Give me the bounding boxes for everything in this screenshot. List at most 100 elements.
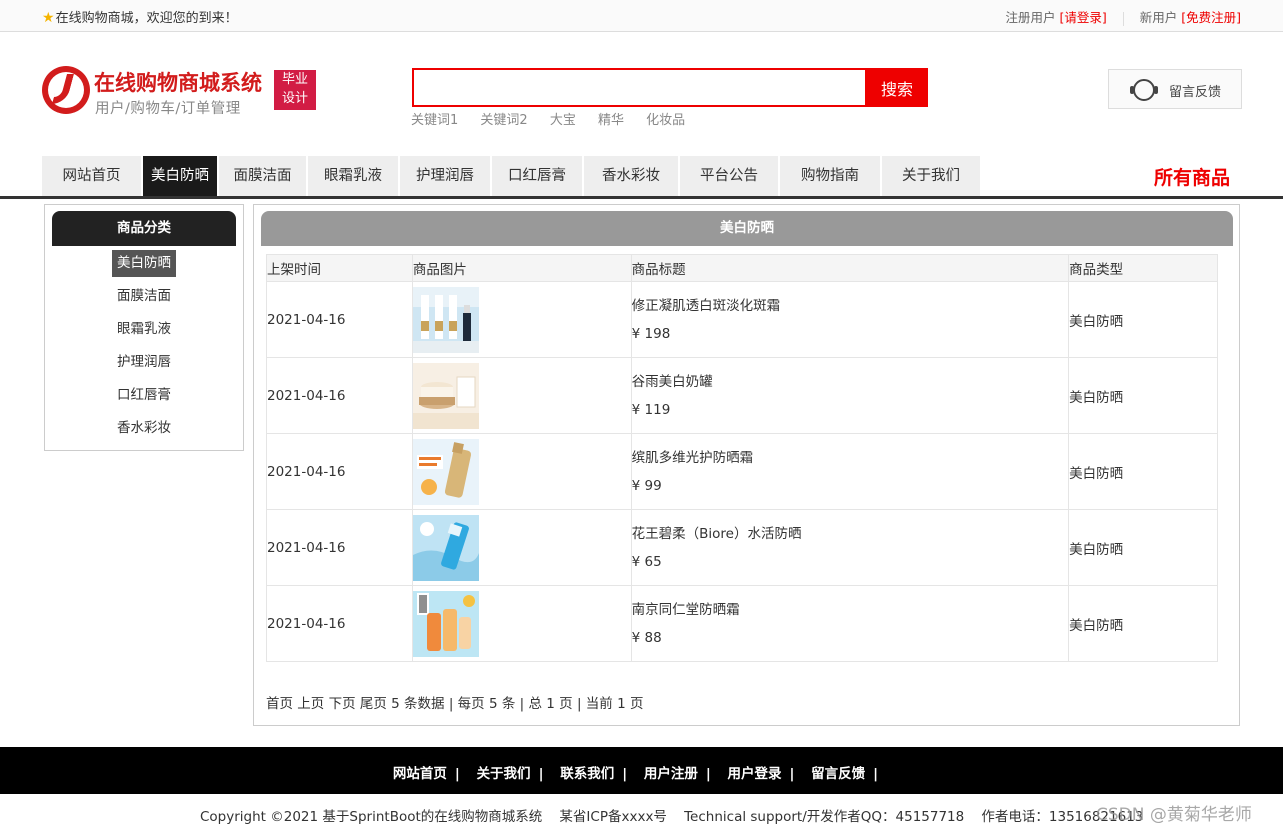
table-header-row: 上架时间 商品图片 商品标题 商品类型 xyxy=(266,254,1218,282)
signup-link[interactable]: [免费注册] xyxy=(1181,10,1241,25)
keyword-link[interactable]: 化妆品 xyxy=(646,113,685,128)
sidebar-item-perfume[interactable]: 香水彩妆 xyxy=(45,415,243,442)
nav-item-home[interactable]: 网站首页 xyxy=(42,156,143,196)
panel-title: 美白防晒 xyxy=(261,211,1233,246)
nav-item-perfume[interactable]: 香水彩妆 xyxy=(584,156,680,196)
keyword-link[interactable]: 关键词1 xyxy=(411,113,458,128)
product-title-link[interactable]: 修正凝肌透白斑淡化斑霜 xyxy=(632,294,1069,314)
sidebar-title: 商品分类 xyxy=(52,211,236,246)
watermark: CSDN @黄菊华老师 xyxy=(1096,805,1252,825)
footer-links: 网站首页 | 关于我们 | 联系我们 | 用户注册 | 用户登录 | 留言反馈 | xyxy=(0,762,1283,782)
sidebar-item-whitening[interactable]: 美白防晒 xyxy=(45,250,243,277)
footer-separator: | xyxy=(538,766,544,782)
nav-item-lipstick[interactable]: 口红唇膏 xyxy=(492,156,584,196)
column-header: 商品标题 xyxy=(630,254,1070,282)
footer-link-contact[interactable]: 联系我们 xyxy=(560,766,614,782)
product-price: ¥ 119 xyxy=(631,401,671,418)
row-title-cell: 修正凝肌透白斑淡化斑霜 ¥ 198 xyxy=(630,281,1070,358)
footer-separator: | xyxy=(789,766,795,782)
product-title-link[interactable]: 缤肌多维光护防晒霜 xyxy=(632,446,1069,466)
divider xyxy=(1122,11,1124,26)
keyword-link[interactable]: 关键词2 xyxy=(480,113,527,128)
sidebar-item-label: 眼霜乳液 xyxy=(117,321,171,337)
row-type: 美白防晒 xyxy=(1068,281,1218,358)
table-row: 2021-04-16 缤肌多维光护防晒霜 ¥ 99 美白防晒 xyxy=(266,433,1218,510)
top-bar: ★在线购物商城，欢迎您的到来！ 注册用户 [请登录] 新用户 [免费注册] xyxy=(0,0,1283,32)
search-input[interactable] xyxy=(412,68,867,107)
hot-keywords: 关键词1 关键词2 大宝 精华 化妆品 xyxy=(411,109,703,128)
nav-item-about[interactable]: 关于我们 xyxy=(882,156,982,196)
row-type: 美白防晒 xyxy=(1068,585,1218,662)
table-row: 2021-04-16 修正凝肌透白斑淡化斑霜 ¥ 198 美白防晒 xyxy=(266,281,1218,358)
sidebar-item-label: 美白防晒 xyxy=(112,250,176,277)
row-type: 美白防晒 xyxy=(1068,357,1218,434)
row-image-cell xyxy=(411,585,632,662)
site-subtitle: 用户/购物车/订单管理 xyxy=(95,101,241,117)
welcome-message: 在线购物商城，欢迎您的到来！ xyxy=(55,11,238,26)
footer-link-home[interactable]: 网站首页 xyxy=(393,766,447,782)
badge-line2: 设计 xyxy=(281,91,308,106)
product-table: 上架时间 商品图片 商品标题 商品类型 2021-04-16 修正凝肌透白斑淡化… xyxy=(266,254,1218,662)
feedback-label: 留言反馈 xyxy=(1169,85,1222,100)
search-button[interactable]: 搜索 xyxy=(866,68,928,107)
footer-separator: | xyxy=(705,766,711,782)
footer-link-register[interactable]: 用户注册 xyxy=(644,766,698,782)
nav-item-guide[interactable]: 购物指南 xyxy=(780,156,882,196)
site-title: 在线购物商城系统 xyxy=(94,71,262,95)
product-list-panel: 美白防晒 上架时间 商品图片 商品标题 商品类型 2021-04-16 修正凝肌… xyxy=(253,204,1240,726)
product-price: ¥ 198 xyxy=(631,325,671,342)
login-link[interactable]: [请登录] xyxy=(1060,10,1107,25)
nav-divider xyxy=(0,196,1283,199)
product-title-link[interactable]: 谷雨美白奶罐 xyxy=(632,370,1069,390)
row-date: 2021-04-16 xyxy=(266,585,413,662)
new-user-label: 新用户 xyxy=(1139,10,1178,25)
footer-link-login[interactable]: 用户登录 xyxy=(727,766,781,782)
sidebar-item-eye-cream[interactable]: 眼霜乳液 xyxy=(45,316,243,343)
logo-icon xyxy=(42,66,90,114)
register-user-label: 注册用户 xyxy=(1005,10,1056,25)
footer-link-feedback[interactable]: 留言反馈 xyxy=(811,766,865,782)
product-image[interactable] xyxy=(412,514,479,581)
product-image[interactable] xyxy=(412,438,479,505)
nav-item-mask[interactable]: 面膜洁面 xyxy=(219,156,308,196)
nav-item-whitening[interactable]: 美白防晒 xyxy=(143,156,219,196)
footer-separator: | xyxy=(873,766,879,782)
feedback-button[interactable]: 留言反馈 xyxy=(1108,69,1242,109)
sidebar-item-lip-care[interactable]: 护理润唇 xyxy=(45,349,243,376)
table-row: 2021-04-16 谷雨美白奶罐 ¥ 119 美白防晒 xyxy=(266,357,1218,434)
graduation-badge: 毕业 设计 xyxy=(274,70,316,110)
column-header: 商品图片 xyxy=(411,254,632,282)
product-image[interactable] xyxy=(412,286,479,353)
sidebar-item-label: 香水彩妆 xyxy=(117,420,171,436)
category-sidebar: 商品分类 美白防晒 面膜洁面 眼霜乳液 护理润唇 口红唇膏 香水彩妆 xyxy=(44,204,244,451)
nav-item-lip-care[interactable]: 护理润唇 xyxy=(400,156,492,196)
badge-line1: 毕业 xyxy=(281,72,308,87)
account-links: 注册用户 [请登录] 新用户 [免费注册] xyxy=(1005,7,1241,26)
nav-item-eye-cream[interactable]: 眼霜乳液 xyxy=(308,156,400,196)
column-header: 商品类型 xyxy=(1068,254,1218,282)
keyword-link[interactable]: 大宝 xyxy=(550,113,576,128)
sidebar-item-label: 口红唇膏 xyxy=(117,387,171,403)
headset-icon xyxy=(1130,79,1158,101)
sidebar-item-mask[interactable]: 面膜洁面 xyxy=(45,283,243,310)
nav-item-announcement[interactable]: 平台公告 xyxy=(680,156,780,196)
row-image-cell xyxy=(411,281,632,358)
sidebar-item-lipstick[interactable]: 口红唇膏 xyxy=(45,382,243,409)
footer-link-about[interactable]: 关于我们 xyxy=(477,766,531,782)
keyword-link[interactable]: 精华 xyxy=(598,113,624,128)
all-goods-link[interactable]: 所有商品 xyxy=(1154,163,1230,190)
pagination[interactable]: 首页 上页 下页 尾页 5 条数据 | 每页 5 条 | 总 1 页 | 当前 … xyxy=(266,692,643,712)
row-image-cell xyxy=(411,357,632,434)
footer-bar: 网站首页 | 关于我们 | 联系我们 | 用户注册 | 用户登录 | 留言反馈 | xyxy=(0,747,1283,794)
product-title-link[interactable]: 南京同仁堂防晒霜 xyxy=(632,598,1069,618)
product-title-link[interactable]: 花王碧柔（Biore）水活防晒 xyxy=(632,522,1069,542)
sidebar-item-label: 护理润唇 xyxy=(117,354,171,370)
row-date: 2021-04-16 xyxy=(266,433,413,510)
row-type: 美白防晒 xyxy=(1068,433,1218,510)
table-row: 2021-04-16 南京同仁堂防晒霜 ¥ 88 美白防晒 xyxy=(266,585,1218,662)
product-image[interactable] xyxy=(412,362,479,429)
copyright-text: Copyright ©2021 基于SprintBoot的在线购物商城系统 某省… xyxy=(200,809,1144,825)
sidebar-item-label: 面膜洁面 xyxy=(117,288,171,304)
footer-separator: | xyxy=(454,766,460,782)
product-image[interactable] xyxy=(412,590,479,657)
